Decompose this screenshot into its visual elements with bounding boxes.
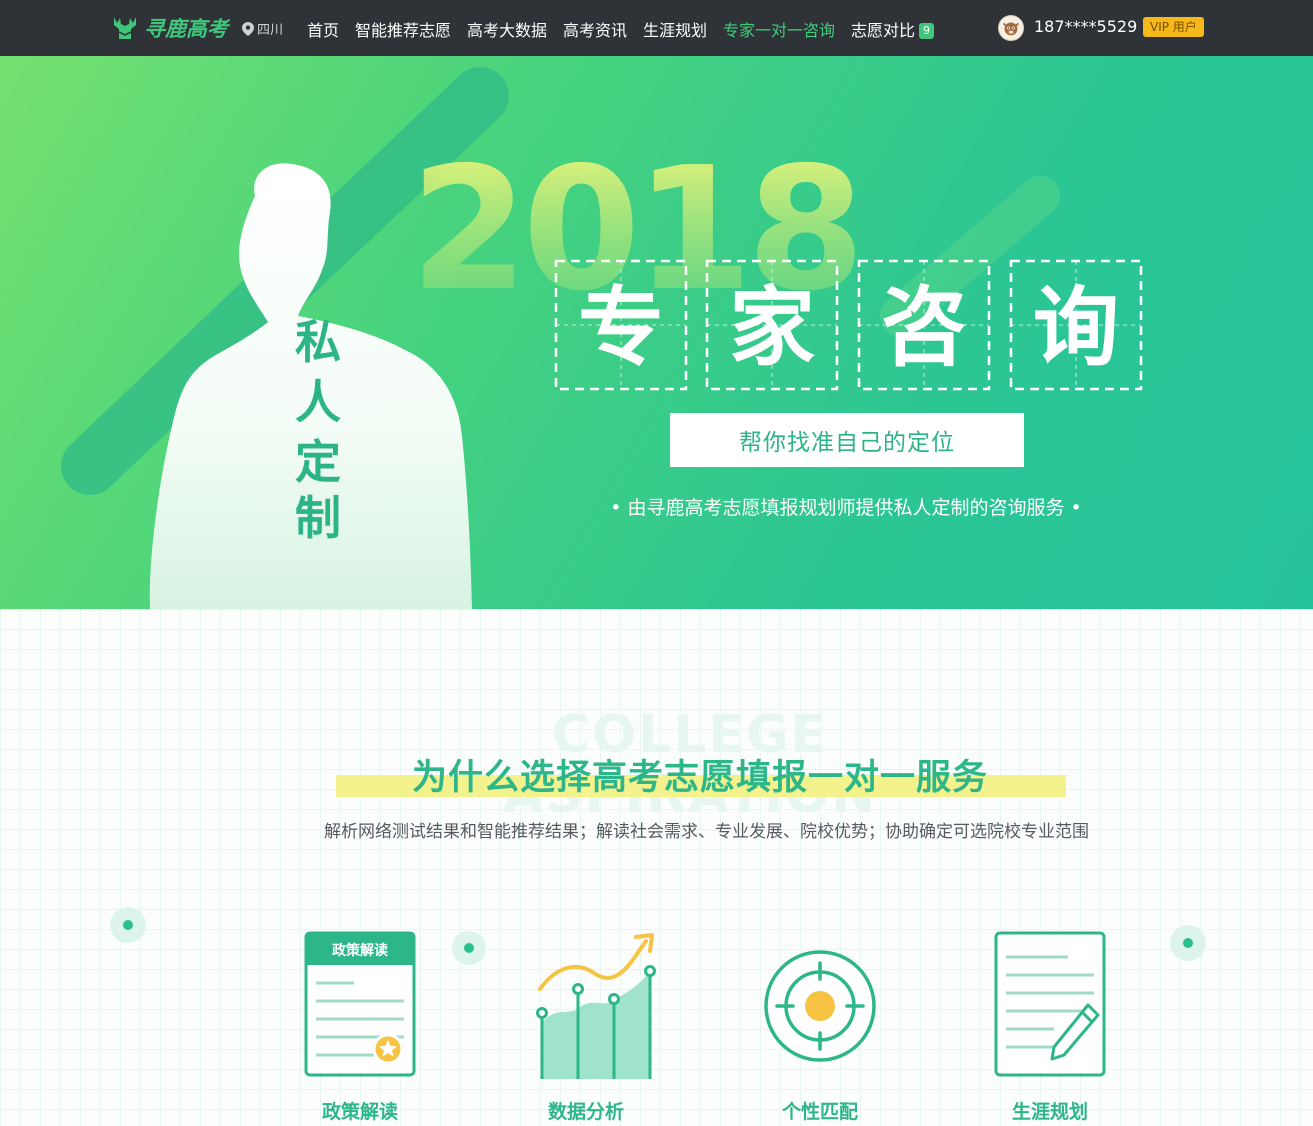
feature-data-analysis[interactable]: 数据分析 bbox=[506, 931, 666, 1123]
user-avatar[interactable] bbox=[998, 15, 1024, 41]
nav-big-data[interactable]: 高考大数据 bbox=[467, 17, 547, 41]
custom-tag-char: 制 bbox=[295, 491, 341, 545]
section-description: 解析网络测试结果和智能推荐结果；解读社会需求、专业发展、院校优势；协助确定可选院… bbox=[324, 822, 1089, 842]
decor-dot bbox=[110, 907, 146, 943]
why-choose-section: COLLEGE ASPIRATION 为什么选择高考志愿填报一对一服务 解析网络… bbox=[0, 609, 1313, 1126]
policy-card-header: 政策解读 bbox=[332, 942, 388, 959]
deer-logo-icon bbox=[114, 17, 136, 39]
custom-tag-char: 定 bbox=[295, 435, 341, 489]
location-selector[interactable]: 四川 bbox=[242, 19, 283, 38]
location-pin-icon bbox=[242, 21, 254, 36]
location-label: 四川 bbox=[257, 23, 284, 38]
brand-logo[interactable]: 寻鹿高考 bbox=[110, 12, 228, 44]
decor-dot bbox=[452, 931, 486, 965]
plan-document-icon bbox=[994, 931, 1106, 1077]
decor-dot bbox=[1170, 925, 1206, 961]
top-navbar: 寻鹿高考 四川 首页 智能推荐志愿 高考大数据 高考资讯 生涯规划 专家一对一咨… bbox=[0, 0, 1313, 56]
nav-career-planning[interactable]: 生涯规划 bbox=[643, 17, 707, 41]
feature-career-planning[interactable]: 生涯规划 bbox=[970, 931, 1130, 1123]
hero-subtitle: 帮你找准自己的定位 bbox=[670, 413, 1024, 467]
hero-title-char: 专 bbox=[578, 278, 664, 378]
nav-smart-recommend[interactable]: 智能推荐志愿 bbox=[355, 17, 451, 41]
nav-compare[interactable]: 志愿对比 9 bbox=[851, 17, 935, 41]
target-icon bbox=[764, 950, 876, 1062]
hero-banner: 2018 专 家 咨 询 私 人 定 制 帮你找准自己的定位 • 由寻鹿高考志愿… bbox=[0, 56, 1313, 609]
section-title: 为什么选择高考志愿填报一对一服务 bbox=[411, 758, 988, 798]
feature-label: 生涯规划 bbox=[1011, 1101, 1088, 1123]
policy-document-icon: 政策解读 bbox=[304, 931, 416, 1077]
custom-tag-char: 私 bbox=[295, 315, 341, 369]
hero-title-char: 家 bbox=[729, 278, 815, 378]
hero-description: • 由寻鹿高考志愿填报规划师提供私人定制的咨询服务 • bbox=[610, 497, 1082, 519]
feature-label: 政策解读 bbox=[321, 1101, 398, 1123]
user-phone[interactable]: 187****5529 bbox=[1034, 17, 1137, 36]
feature-label: 个性匹配 bbox=[781, 1101, 858, 1123]
hero-artwork: 2018 专 家 咨 询 私 人 定 制 bbox=[61, 67, 1143, 609]
custom-tag-char: 人 bbox=[295, 375, 341, 429]
hero-title-char: 询 bbox=[1033, 278, 1119, 378]
nav-expert-consult[interactable]: 专家一对一咨询 bbox=[723, 17, 835, 41]
nav-news[interactable]: 高考资讯 bbox=[563, 17, 627, 41]
nav-compare-label: 志愿对比 bbox=[851, 21, 916, 40]
vip-badge: VIP 用户 bbox=[1143, 17, 1204, 37]
deer-avatar-icon bbox=[1002, 22, 1020, 36]
feature-label: 数据分析 bbox=[547, 1101, 624, 1123]
brand-name: 寻鹿高考 bbox=[144, 17, 228, 41]
compare-count-badge: 9 bbox=[919, 23, 935, 39]
data-chart-icon bbox=[536, 933, 656, 1079]
nav-home[interactable]: 首页 bbox=[307, 17, 339, 41]
feature-personal-match[interactable]: 个性匹配 bbox=[740, 931, 900, 1123]
hero-title-char: 咨 bbox=[881, 278, 967, 378]
feature-policy[interactable]: 政策解读 政策解读 bbox=[280, 931, 440, 1123]
